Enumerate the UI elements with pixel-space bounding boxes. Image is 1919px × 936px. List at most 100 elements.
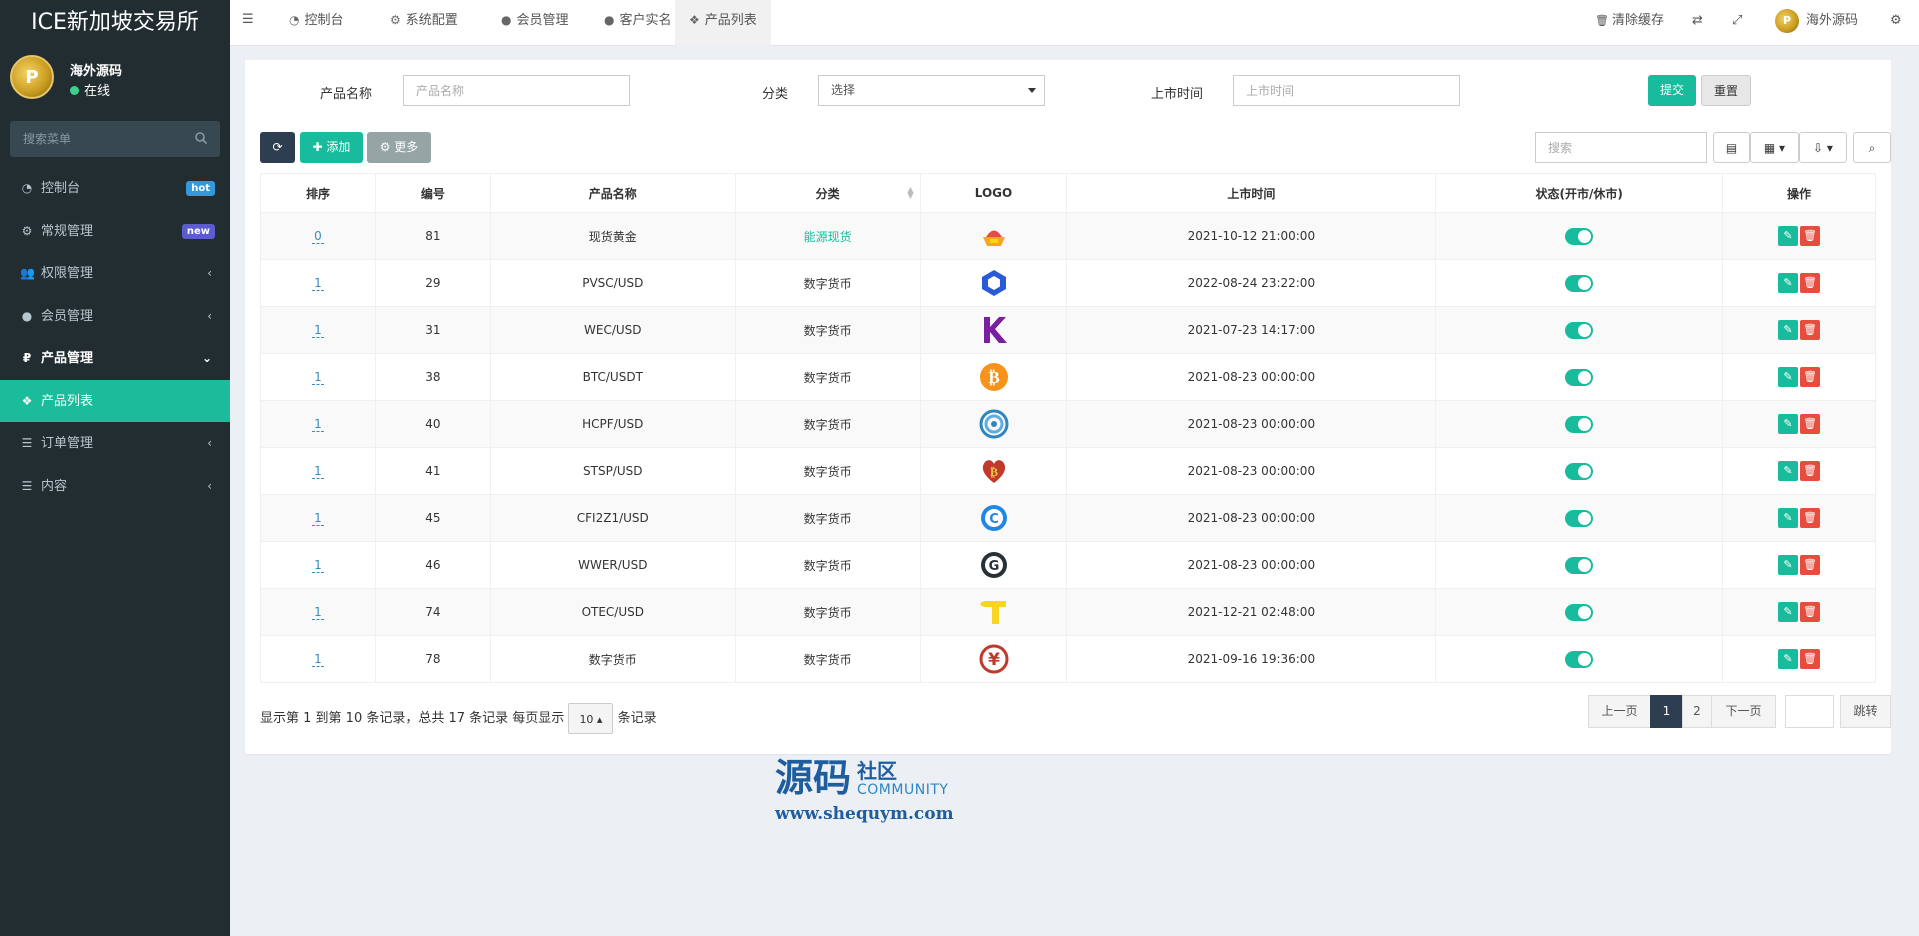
bitcoin-logo-icon[interactable]: ₿: [979, 363, 1009, 391]
delete-button[interactable]: 🗑: [1800, 508, 1821, 528]
sort-value[interactable]: 1: [312, 652, 324, 667]
next-page-button[interactable]: 下一页: [1711, 695, 1776, 728]
reset-button[interactable]: 重置: [1701, 75, 1751, 106]
status-toggle[interactable]: [1565, 321, 1594, 339]
submit-button[interactable]: 提交: [1648, 75, 1696, 106]
sort-value[interactable]: 1: [312, 464, 324, 479]
sort-value[interactable]: 0: [312, 229, 324, 244]
status-toggle[interactable]: [1565, 462, 1594, 480]
delete-button[interactable]: 🗑: [1800, 461, 1821, 481]
status-toggle[interactable]: [1565, 274, 1594, 292]
column-header-id[interactable]: 编号: [374, 173, 491, 213]
page-1-button[interactable]: 1: [1650, 695, 1683, 728]
edit-button[interactable]: ✎: [1778, 320, 1799, 340]
sidebar-search-input[interactable]: [10, 121, 185, 157]
more-button[interactable]: ⚙ 更多: [367, 132, 431, 163]
delete-button[interactable]: 🗑: [1800, 649, 1821, 669]
tab-dashboard[interactable]: ◔ 控制台: [275, 0, 358, 46]
delete-button[interactable]: 🗑: [1800, 555, 1821, 575]
translate-icon[interactable]: ⇄: [1692, 0, 1703, 46]
edit-button[interactable]: ✎: [1778, 555, 1799, 575]
clear-cache-button[interactable]: 🗑 清除缓存: [1595, 0, 1664, 46]
status-toggle[interactable]: [1565, 650, 1594, 668]
columns-button[interactable]: ▦ ▾: [1750, 132, 1799, 163]
heart-bitcoin-logo-icon[interactable]: ₿: [979, 460, 1009, 483]
delete-button[interactable]: 🗑: [1800, 320, 1821, 340]
tab-product-list[interactable]: ❖ 产品列表: [675, 0, 771, 46]
sort-value[interactable]: 1: [312, 605, 324, 620]
sidebar-item-dashboard[interactable]: ◔ 控制台 hot: [0, 167, 230, 210]
listing-date-input[interactable]: [1233, 75, 1460, 106]
sidebar-item-orders[interactable]: ☰ 订单管理 ‹: [0, 422, 230, 465]
g-logo-icon[interactable]: G: [979, 552, 1009, 578]
delete-button[interactable]: 🗑: [1800, 414, 1821, 434]
column-header-sort[interactable]: 排序: [260, 173, 376, 213]
toggle-view-button[interactable]: ▤: [1713, 132, 1750, 163]
page-size-select[interactable]: 10 ▴: [568, 703, 614, 734]
sidebar-item-content[interactable]: ☰ 内容 ‹: [0, 465, 230, 508]
edit-button[interactable]: ✎: [1778, 414, 1799, 434]
sort-value[interactable]: 1: [312, 511, 324, 526]
column-header-name[interactable]: 产品名称: [489, 173, 736, 213]
advanced-search-button[interactable]: ⌕: [1853, 132, 1891, 163]
sort-value[interactable]: 1: [312, 417, 324, 432]
c-coin-logo-icon[interactable]: C: [979, 505, 1009, 531]
jump-button[interactable]: 跳转: [1840, 695, 1891, 728]
hexagon-logo-icon[interactable]: [979, 270, 1009, 296]
delete-button[interactable]: 🗑: [1800, 367, 1821, 387]
refresh-button[interactable]: ⟳: [260, 132, 295, 163]
edit-button[interactable]: ✎: [1778, 226, 1799, 246]
search-icon[interactable]: [194, 131, 208, 145]
name-cell: HCPF/USD: [489, 400, 736, 448]
tab-members[interactable]: ● 会员管理: [487, 0, 583, 46]
status-toggle[interactable]: [1565, 227, 1594, 245]
menu-toggle-icon[interactable]: ☰: [230, 0, 266, 46]
category-value[interactable]: 能源现货: [804, 230, 852, 244]
edit-button[interactable]: ✎: [1778, 461, 1799, 481]
fullscreen-icon[interactable]: ⤢: [1732, 0, 1742, 46]
status-toggle[interactable]: [1565, 556, 1594, 574]
delete-button[interactable]: 🗑: [1800, 602, 1821, 622]
edit-button[interactable]: ✎: [1778, 273, 1799, 293]
sidebar-item-members[interactable]: ● 会员管理 ‹: [0, 295, 230, 338]
flower-logo-icon[interactable]: [979, 409, 1009, 439]
tab-real-name[interactable]: ● 客户实名: [590, 0, 686, 46]
delete-button[interactable]: 🗑: [1800, 273, 1821, 293]
sidebar-item-auth[interactable]: 👥 权限管理 ‹: [0, 252, 230, 295]
jump-page-input[interactable]: [1785, 695, 1834, 728]
table-row: 1 46 WWER/USD 数字货币 G 2021-08-23 00:00:00 ✎ 🗑: [260, 541, 1876, 589]
settings-icon[interactable]: ⚙: [1890, 0, 1902, 46]
sort-value[interactable]: 1: [312, 323, 324, 338]
sidebar-item-general[interactable]: ⚙ 常规管理 new: [0, 210, 230, 253]
edit-button[interactable]: ✎: [1778, 602, 1799, 622]
table-search-input[interactable]: [1535, 132, 1707, 163]
delete-button[interactable]: 🗑: [1800, 226, 1821, 246]
add-button[interactable]: ✚ 添加: [300, 132, 363, 163]
user-menu[interactable]: P 海外源码: [1775, 0, 1858, 46]
sort-value[interactable]: 1: [312, 276, 324, 291]
edit-button[interactable]: ✎: [1778, 367, 1799, 387]
status-toggle[interactable]: [1565, 368, 1594, 386]
sort-value[interactable]: 1: [312, 370, 324, 385]
product-name-input[interactable]: [403, 75, 630, 106]
yuan-logo-icon[interactable]: ¥: [979, 644, 1009, 674]
t-logo-icon[interactable]: [979, 601, 1009, 624]
edit-button[interactable]: ✎: [1778, 649, 1799, 669]
gold-logo-icon[interactable]: [979, 229, 1009, 246]
sidebar-item-products[interactable]: ₽ 产品管理 ⌄: [0, 337, 230, 380]
prev-page-button[interactable]: 上一页: [1588, 695, 1651, 728]
status-toggle[interactable]: [1565, 509, 1594, 527]
tab-system-config[interactable]: ⚙ 系统配置: [376, 0, 472, 46]
column-header-date[interactable]: 上市时间: [1066, 173, 1437, 213]
page-2-button[interactable]: 2: [1682, 695, 1712, 728]
status-toggle[interactable]: [1565, 415, 1594, 433]
sort-value[interactable]: 1: [312, 558, 324, 573]
category-select[interactable]: 选择: [818, 75, 1045, 106]
k-logo-icon[interactable]: [979, 317, 1009, 343]
sidebar-item-product-list[interactable]: ❖ 产品列表: [0, 379, 230, 422]
app-title[interactable]: ICE新加坡交易所: [0, 0, 230, 46]
export-button[interactable]: ⇩ ▾: [1799, 132, 1847, 163]
column-header-category[interactable]: 分类 ▲ ▼: [734, 173, 921, 213]
edit-button[interactable]: ✎: [1778, 508, 1799, 528]
status-toggle[interactable]: [1565, 603, 1594, 621]
